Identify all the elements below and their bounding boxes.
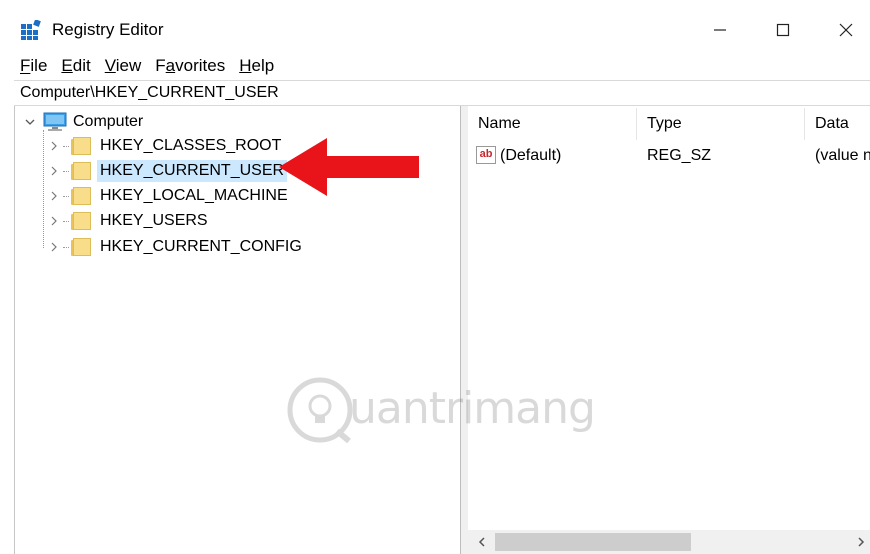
column-divider[interactable] — [636, 108, 637, 140]
expand-icon[interactable] — [47, 139, 61, 153]
close-button[interactable] — [823, 14, 869, 46]
menu-help[interactable]: Help — [233, 56, 282, 80]
address-bar[interactable]: Computer\HKEY_CURRENT_USER — [14, 80, 870, 106]
value-type: REG_SZ — [647, 147, 712, 164]
minimize-icon — [714, 29, 726, 31]
expand-icon[interactable] — [47, 164, 61, 178]
menu-bar: File Edit View Favorites Help — [0, 56, 870, 80]
menu-file-label: File — [20, 56, 48, 75]
folder-icon — [71, 187, 91, 205]
tree-item-computer[interactable]: Computer — [23, 110, 146, 134]
address-path[interactable]: Computer\HKEY_CURRENT_USER — [20, 84, 279, 102]
tree-pane[interactable]: Computer HKEY_CLASSES_ROOT HKEY_CURRENT_… — [14, 106, 461, 554]
tree-item-hkey-current-user[interactable]: HKEY_CURRENT_USER — [47, 159, 288, 183]
column-name-label: Name — [478, 115, 521, 132]
folder-icon — [71, 238, 91, 256]
menu-favorites[interactable]: Favorites — [149, 56, 233, 80]
registry-editor-icon — [21, 20, 41, 40]
maximize-icon — [776, 23, 790, 37]
menu-edit[interactable]: Edit — [55, 56, 98, 80]
computer-icon — [43, 112, 67, 131]
value-row[interactable]: ab (Default) REG_SZ (value n — [476, 146, 870, 168]
maximize-button[interactable] — [760, 14, 806, 46]
expand-icon[interactable] — [47, 189, 61, 203]
column-header-data[interactable]: Data — [815, 106, 849, 142]
tree-item-label: HKEY_CURRENT_USER — [97, 160, 288, 182]
folder-icon — [71, 162, 91, 180]
scrollbar-thumb[interactable] — [495, 533, 691, 551]
string-value-icon-text: ab — [479, 148, 493, 160]
tree-root-label: Computer — [73, 113, 144, 130]
chevron-right-icon — [858, 537, 865, 547]
menu-view-label: View — [104, 56, 142, 75]
column-data-label: Data — [815, 115, 849, 132]
value-data: (value n — [815, 147, 870, 164]
tree-item-label: HKEY_CLASSES_ROOT — [100, 137, 282, 154]
tree-item-label: HKEY_CURRENT_CONFIG — [100, 238, 302, 255]
lightbulb-logo-icon — [287, 377, 353, 444]
tree-item-label: HKEY_USERS — [100, 212, 208, 229]
horizontal-scrollbar[interactable] — [468, 530, 870, 554]
expand-icon[interactable] — [47, 240, 61, 254]
expand-icon[interactable] — [47, 214, 61, 228]
watermark-text: uantrimang — [349, 383, 596, 434]
menu-edit-label: Edit — [61, 56, 91, 75]
close-icon — [839, 23, 853, 37]
menu-file[interactable]: File — [0, 56, 55, 80]
values-pane[interactable]: Name Type Data ab (Default) REG_SZ (valu… — [468, 106, 870, 554]
scroll-right-button[interactable] — [852, 534, 870, 550]
column-type-label: Type — [647, 115, 682, 132]
chevron-left-icon — [478, 537, 485, 547]
collapse-icon[interactable] — [23, 115, 37, 129]
folder-icon — [71, 212, 91, 230]
menu-help-label: Help — [239, 56, 275, 75]
tree-item-hkey-current-config[interactable]: HKEY_CURRENT_CONFIG — [47, 235, 305, 259]
tree-item-hkey-local-machine[interactable]: HKEY_LOCAL_MACHINE — [47, 184, 291, 208]
column-divider[interactable] — [804, 108, 805, 140]
column-header-name[interactable]: Name — [478, 106, 521, 142]
menu-favorites-label: Favorites — [155, 56, 226, 75]
folder-icon — [71, 137, 91, 155]
string-value-icon: ab — [476, 146, 496, 164]
value-name: (Default) — [500, 147, 562, 164]
tree-guide-line — [43, 130, 44, 248]
title-bar: Registry Editor — [0, 0, 870, 56]
tree-item-hkey-classes-root[interactable]: HKEY_CLASSES_ROOT — [47, 134, 284, 158]
minimize-button[interactable] — [697, 14, 743, 46]
window-title: Registry Editor — [52, 20, 164, 39]
tree-item-label: HKEY_LOCAL_MACHINE — [100, 187, 288, 204]
scroll-left-button[interactable] — [473, 534, 491, 550]
watermark: uantrimang — [285, 373, 605, 449]
column-header-type[interactable]: Type — [647, 106, 682, 142]
red-arrow-annotation — [279, 138, 419, 196]
menu-view[interactable]: View — [99, 56, 150, 80]
tree-item-hkey-users[interactable]: HKEY_USERS — [47, 209, 211, 233]
